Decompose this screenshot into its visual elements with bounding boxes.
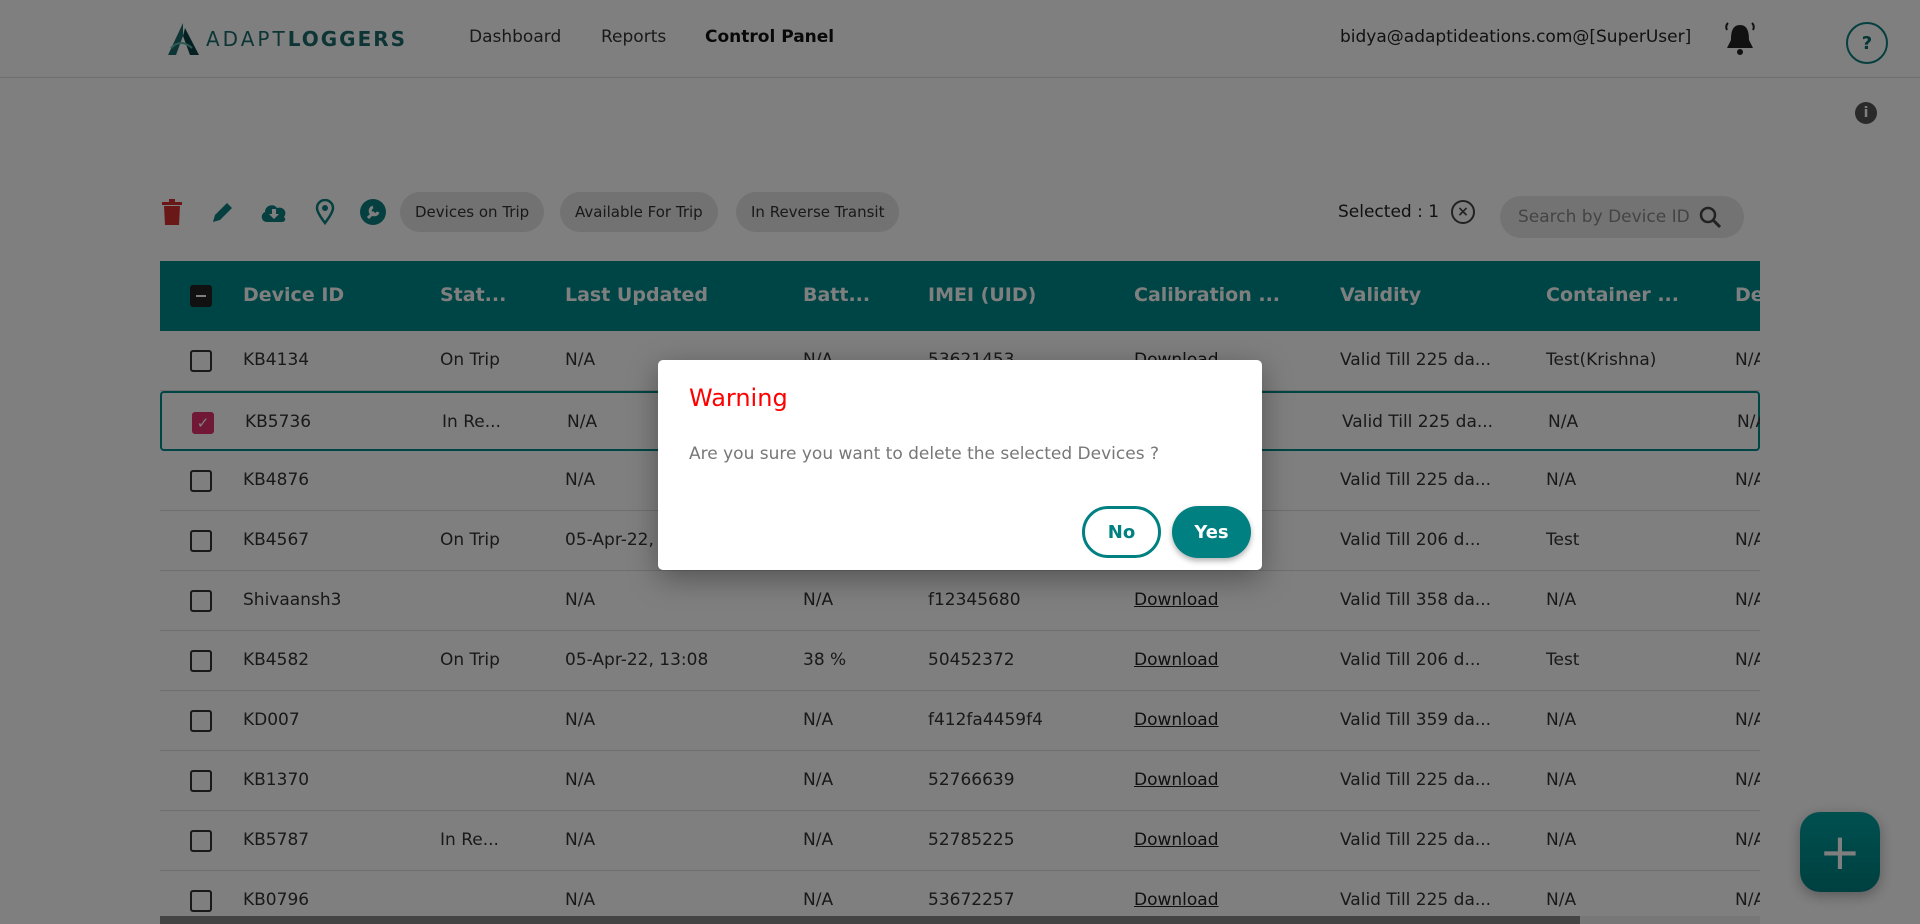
delete-confirm-dialog: Warning Are you sure you want to delete …: [658, 360, 1262, 570]
yes-button[interactable]: Yes: [1172, 506, 1251, 558]
dialog-message: Are you sure you want to delete the sele…: [689, 444, 1159, 464]
dialog-title: Warning: [689, 384, 788, 412]
no-button[interactable]: No: [1082, 506, 1161, 558]
